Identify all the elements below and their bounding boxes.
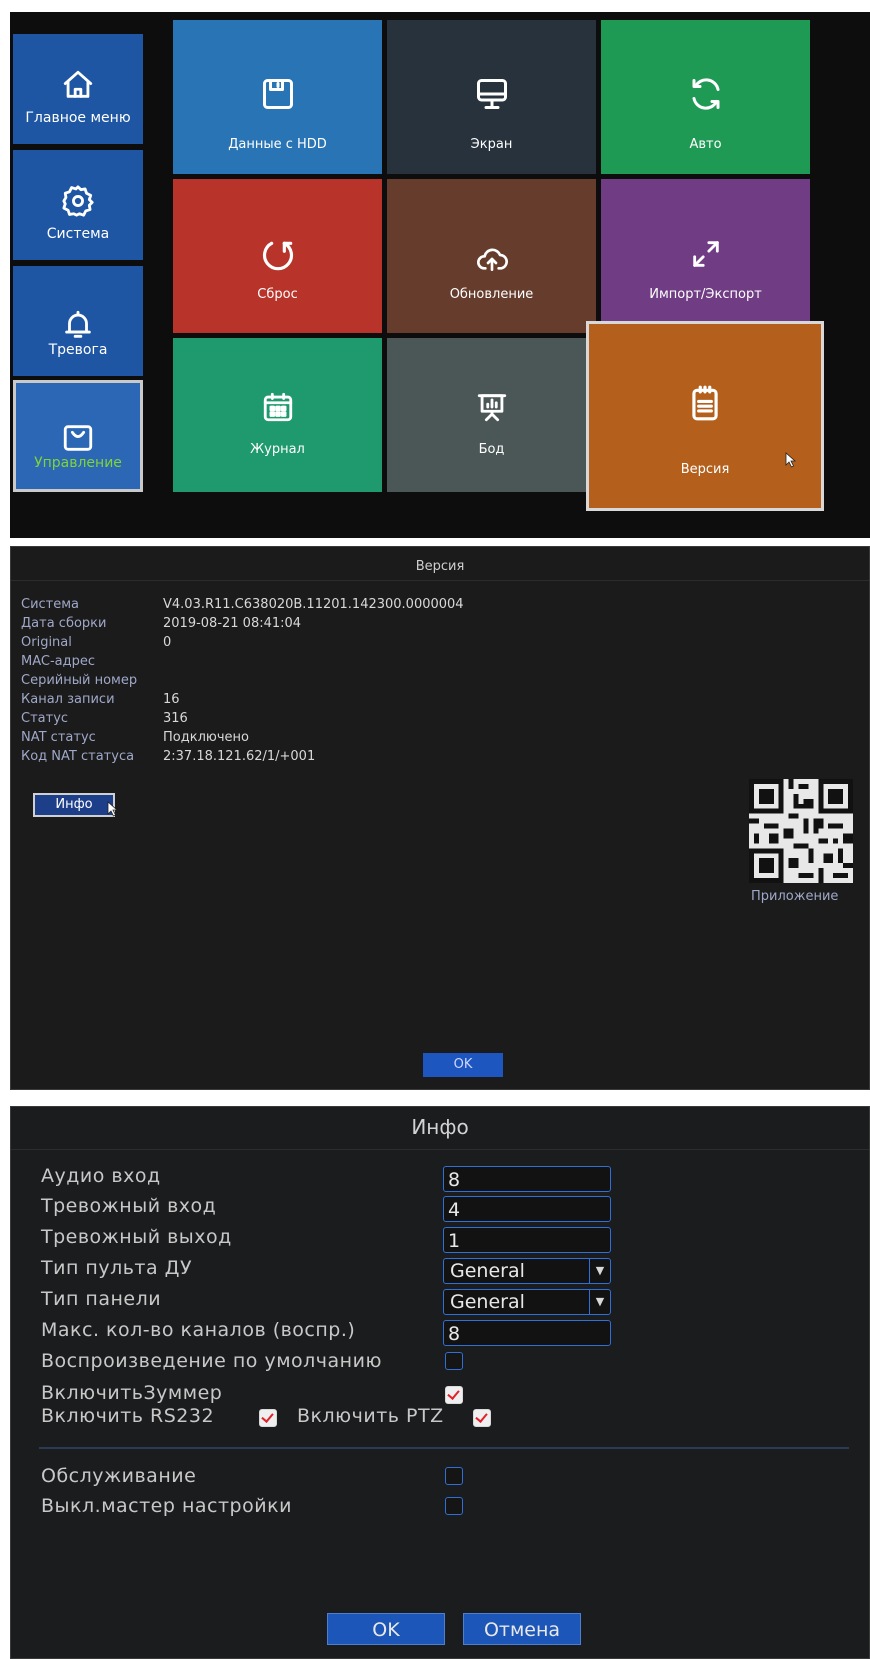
ptz-label: Включить PTZ xyxy=(297,1405,444,1427)
audio-in-label: Аудио вход xyxy=(41,1165,161,1187)
alarm-out-label: Тревожный выход xyxy=(41,1226,232,1248)
cancel-button[interactable]: Отмена xyxy=(463,1613,581,1645)
qr-code-label: Приложение xyxy=(751,889,839,904)
panel-title: Инфо xyxy=(411,1115,469,1139)
qr-code-image xyxy=(749,779,853,883)
info-panel: Инфо Аудио вход 8 Тревожный вход 4 Трево… xyxy=(10,1106,870,1659)
management-menu-panel: Главное меню Система Тревога Управление … xyxy=(10,12,870,538)
sidebar-item-label: Управление xyxy=(34,455,122,471)
sidebar-item-label: Система xyxy=(46,226,110,242)
expand-arrows-icon xyxy=(601,237,810,271)
tile-screen[interactable]: Экран xyxy=(387,20,596,174)
sidebar-item-main-menu[interactable]: Главное меню xyxy=(13,34,143,144)
sidebar-item-label: Главное меню xyxy=(25,110,131,126)
version-row-original: Original 0 xyxy=(21,635,172,650)
alarm-out-field[interactable]: 1 xyxy=(443,1227,611,1253)
wizard-off-label: Выкл.мастер настройки xyxy=(41,1495,292,1517)
version-row-nat-code: Код NAT статуса 2:37.18.121.62/1/+001 xyxy=(21,749,316,764)
version-panel: Версия Система V4.03.R11.C638020B.11201.1… xyxy=(10,546,870,1090)
tile-reset[interactable]: Сброс xyxy=(173,179,382,333)
ok-button[interactable]: OK xyxy=(327,1613,445,1645)
calendar-icon xyxy=(173,390,382,424)
panel-type-label: Тип панели xyxy=(41,1288,162,1310)
panel-type-select[interactable]: General ▼ xyxy=(443,1289,611,1315)
info-button[interactable]: Инфо xyxy=(33,793,115,817)
floppy-disk-icon xyxy=(173,76,382,112)
mouse-cursor-icon xyxy=(785,452,797,472)
wizard-off-checkbox[interactable] xyxy=(445,1497,463,1515)
buzzer-checkbox[interactable] xyxy=(445,1386,463,1404)
maintenance-checkbox[interactable] xyxy=(445,1467,463,1485)
sync-icon xyxy=(601,76,810,112)
version-row-record-channels: Канал записи 16 xyxy=(21,692,180,707)
panel-type-value: General xyxy=(450,1291,525,1313)
tile-auto[interactable]: Авто xyxy=(601,20,810,174)
maintenance-label: Обслуживание xyxy=(41,1465,197,1487)
tile-label: Импорт/Экспорт xyxy=(649,287,762,302)
version-row-nat-status: NAT статус Подключено xyxy=(21,730,249,745)
ok-button[interactable]: OK xyxy=(423,1053,503,1077)
title-divider xyxy=(11,1149,869,1150)
alarm-in-field[interactable]: 4 xyxy=(443,1196,611,1222)
tile-version[interactable]: Версия xyxy=(586,321,824,511)
bell-icon xyxy=(13,308,143,342)
sidebar-item-system[interactable]: Система xyxy=(13,150,143,260)
rs232-checkbox[interactable] xyxy=(259,1409,277,1427)
chevron-down-icon[interactable]: ▼ xyxy=(589,1259,610,1283)
home-icon xyxy=(13,68,143,102)
gear-icon xyxy=(13,184,143,218)
sidebar-item-management[interactable]: Управление xyxy=(13,380,143,492)
version-row-status: Статус 316 xyxy=(21,711,188,726)
tile-import-export[interactable]: Импорт/Экспорт xyxy=(601,179,810,333)
tile-update[interactable]: Обновление xyxy=(387,179,596,333)
version-row-serial: Серийный номер xyxy=(21,673,138,688)
remote-type-label: Тип пульта ДУ xyxy=(41,1257,193,1279)
remote-type-value: General xyxy=(450,1260,525,1282)
tile-baud[interactable]: Бод xyxy=(387,338,596,492)
default-playback-checkbox[interactable] xyxy=(445,1352,463,1370)
title-divider xyxy=(11,580,869,581)
ptz-checkbox[interactable] xyxy=(473,1409,491,1427)
monitor-icon xyxy=(387,76,596,112)
tile-label: Бод xyxy=(478,442,505,457)
sidebar-item-label: Тревога xyxy=(48,342,108,358)
sidebar-item-alarm[interactable]: Тревога xyxy=(13,266,143,376)
version-row-build-date: Дата сборки 2019-08-21 08:41:04 xyxy=(21,616,302,631)
cloud-upload-icon xyxy=(387,243,596,275)
remote-type-select[interactable]: General ▼ xyxy=(443,1258,611,1284)
presentation-chart-icon xyxy=(387,390,596,424)
chevron-down-icon[interactable]: ▼ xyxy=(589,1290,610,1314)
max-channels-label: Макс. кол-во каналов (воспр.) xyxy=(41,1319,356,1341)
tile-label: Сброс xyxy=(257,287,298,302)
default-playback-label: Воспроизведение по умолчанию xyxy=(41,1350,382,1372)
tile-hdd-data[interactable]: Данные с HDD xyxy=(173,20,382,174)
version-row-mac: MAC-адрес xyxy=(21,654,96,669)
section-divider xyxy=(39,1447,849,1449)
version-row-system: Система V4.03.R11.C638020B.11201.142300.0… xyxy=(21,597,464,612)
clipboard-icon xyxy=(589,384,821,422)
tile-label: Экран xyxy=(470,137,513,152)
bag-icon xyxy=(16,421,140,455)
rs232-label: Включить RS232 xyxy=(41,1405,215,1427)
audio-in-field[interactable]: 8 xyxy=(443,1166,611,1192)
tile-label: Обновление xyxy=(449,287,534,302)
tile-label: Журнал xyxy=(250,442,305,457)
tile-label: Данные с HDD xyxy=(228,137,327,152)
panel-title: Версия xyxy=(415,559,465,574)
tile-log[interactable]: Журнал xyxy=(173,338,382,492)
alarm-in-label: Тревожный вход xyxy=(41,1195,217,1217)
buzzer-label: ВключитьЗуммер xyxy=(41,1382,223,1404)
reset-icon xyxy=(173,237,382,275)
max-channels-field[interactable]: 8 xyxy=(443,1320,611,1346)
tile-label: Авто xyxy=(689,137,722,152)
mouse-cursor-icon xyxy=(107,801,119,821)
